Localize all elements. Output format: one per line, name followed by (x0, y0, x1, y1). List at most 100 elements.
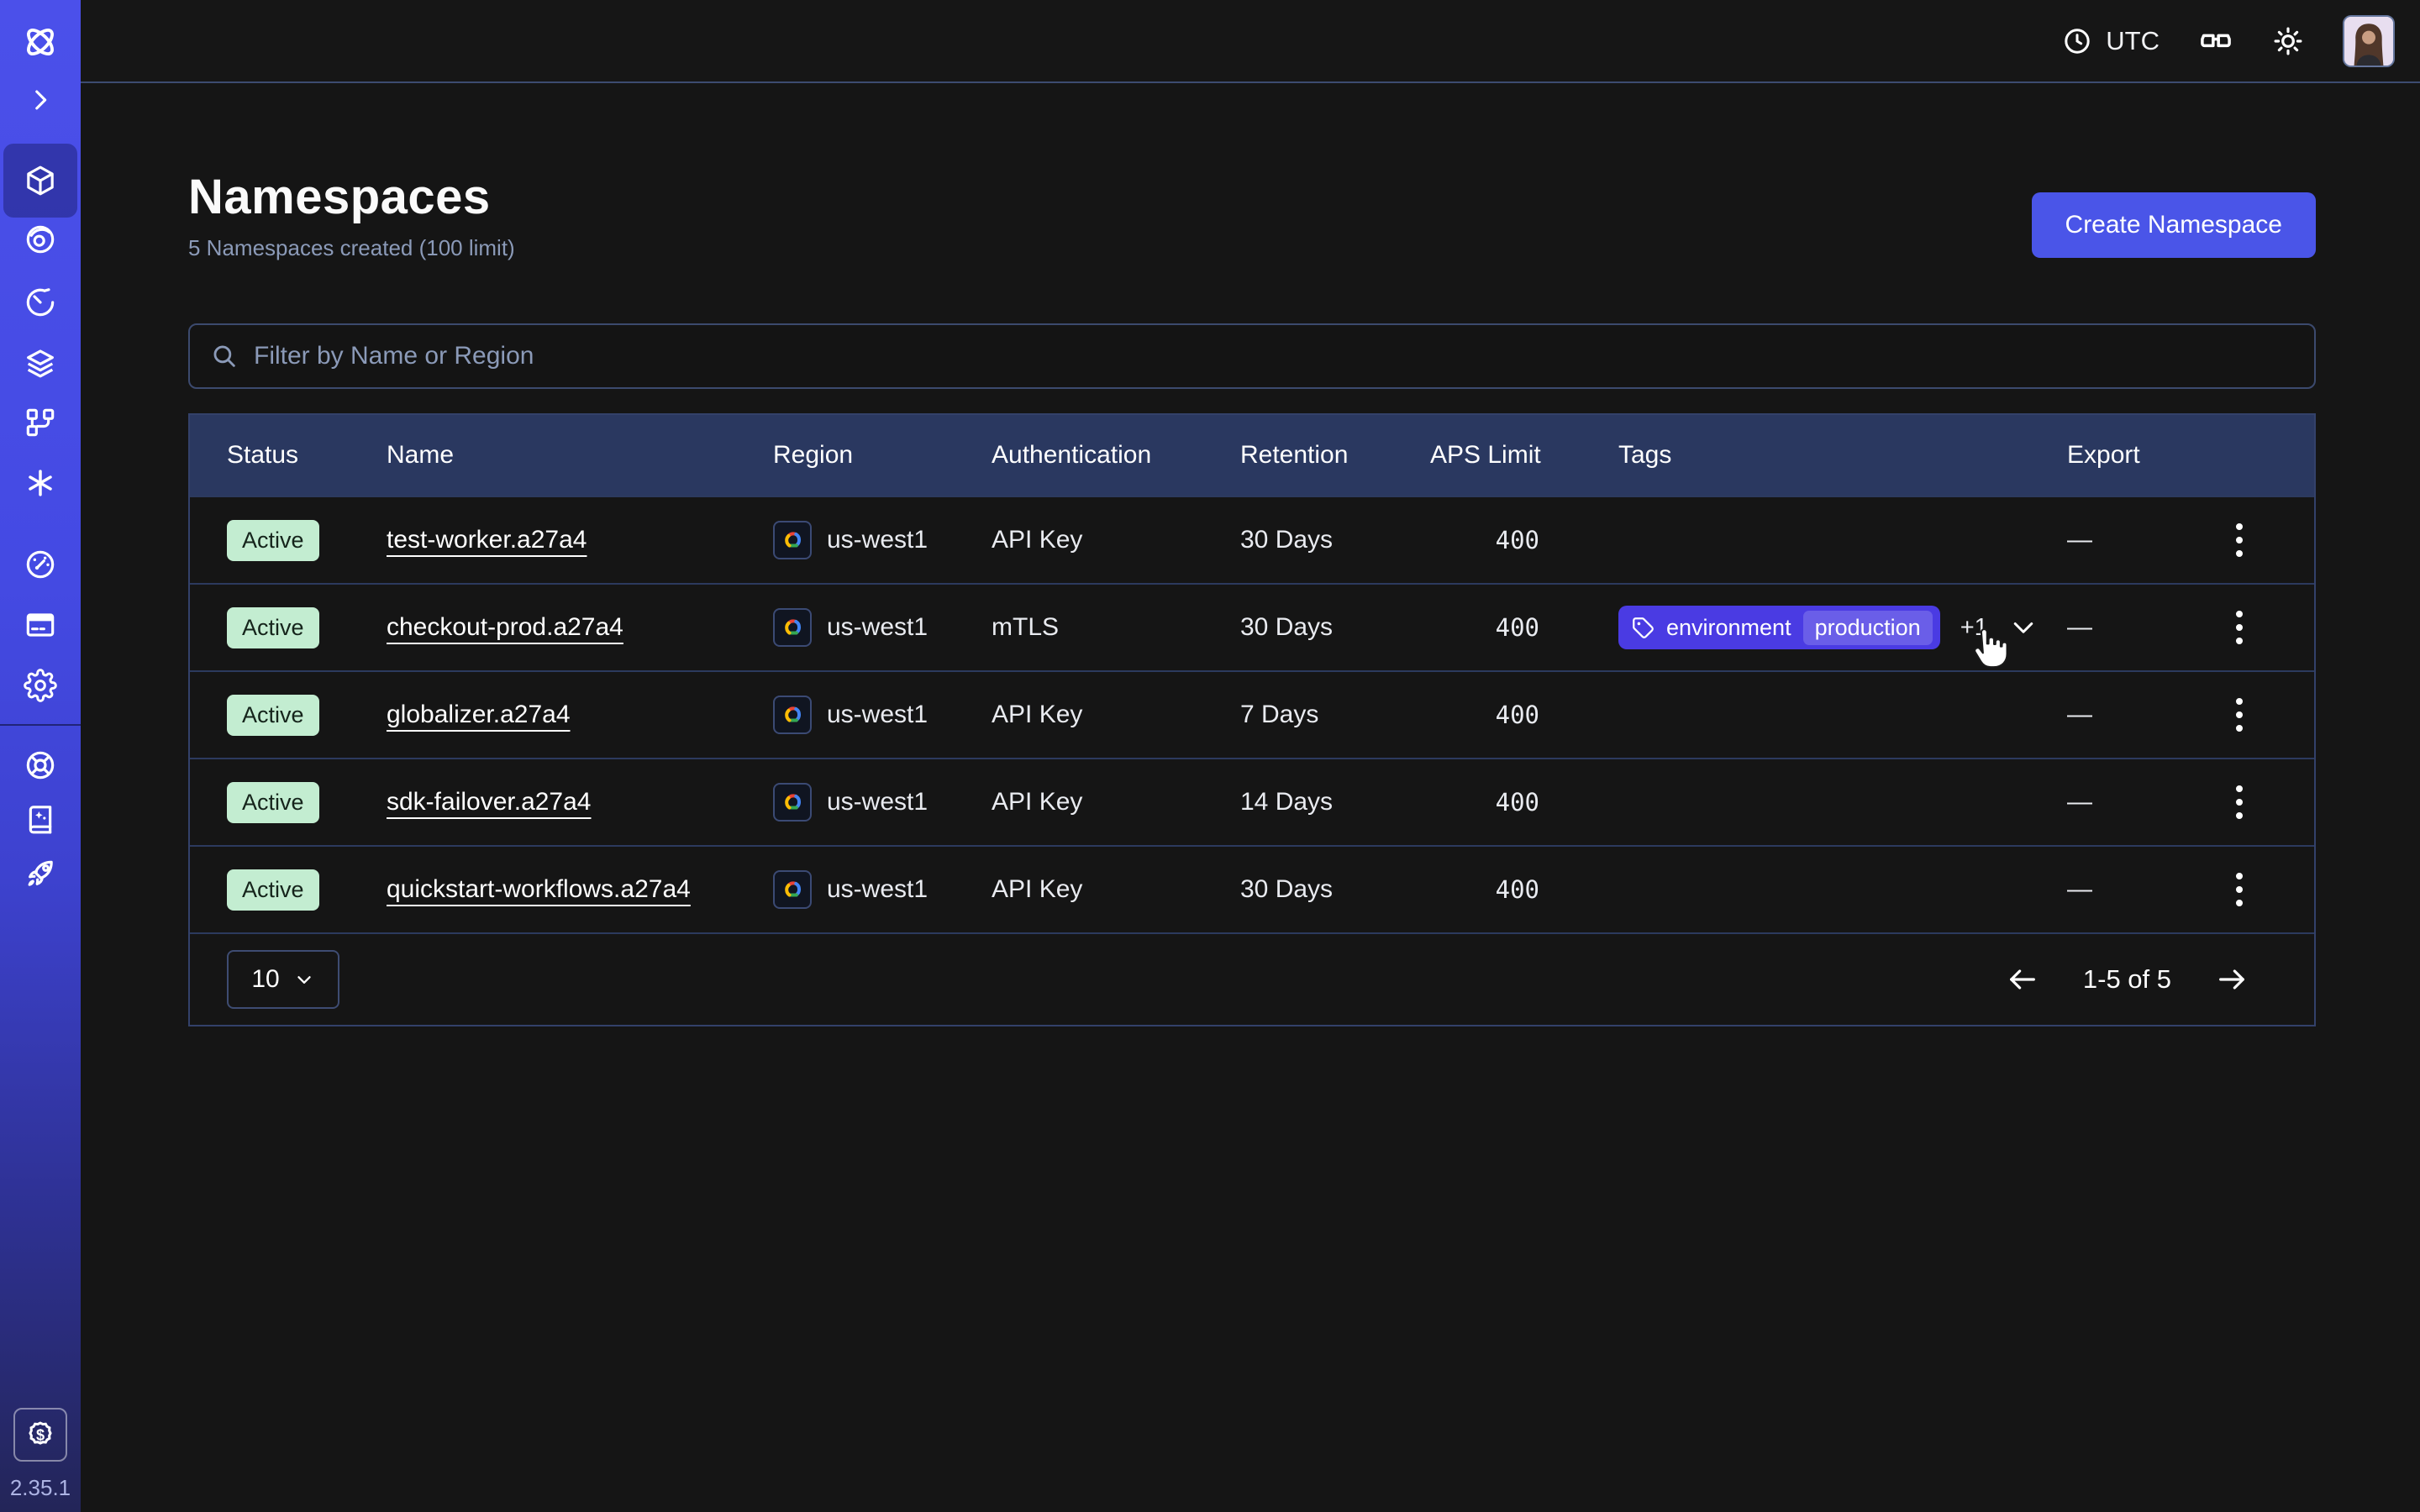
export-cell: — (2067, 701, 2203, 729)
sun-icon (2272, 25, 2304, 57)
tags-more-label: +1 (1960, 614, 1988, 642)
table-header-row: Status Name Region Authentication Retent… (190, 415, 2314, 496)
row-actions-menu-button[interactable] (2226, 688, 2253, 742)
retention-cell: 30 Days (1240, 875, 1430, 904)
glasses-icon (2198, 24, 2233, 59)
sidebar: $ 2.35.1 (0, 0, 81, 1512)
region-label: us-west1 (827, 526, 928, 554)
retention-cell: 7 Days (1240, 701, 1430, 729)
tag-pill[interactable]: environment production (1618, 606, 1940, 649)
sidebar-expand-button[interactable] (3, 63, 77, 137)
row-actions-menu-button[interactable] (2226, 513, 2253, 567)
page-header: Namespaces 5 Namespaces created (100 lim… (188, 169, 515, 261)
column-header-status: Status (227, 441, 387, 470)
tag-key-label: environment (1666, 615, 1791, 641)
column-header-region: Region (773, 441, 992, 470)
export-cell: — (2067, 526, 2203, 554)
region-cell: us-west1 (773, 608, 992, 647)
authentication-cell: API Key (992, 875, 1240, 904)
create-namespace-button[interactable]: Create Namespace (2032, 192, 2316, 258)
next-page-button[interactable] (2210, 958, 2254, 1001)
tag-icon (1632, 617, 1655, 639)
column-header-aps-limit: APS Limit (1430, 441, 1618, 470)
deployments-layers-icon (24, 346, 57, 380)
namespaces-table: Status Name Region Authentication Retent… (188, 413, 2316, 1026)
clock-icon (2062, 26, 2092, 56)
aps-limit-cell: 400 (1430, 613, 1539, 642)
theme-toggle[interactable] (2272, 25, 2304, 57)
namespace-link[interactable]: quickstart-workflows.a27a4 (387, 875, 691, 904)
region-label: us-west1 (827, 613, 928, 642)
filter-input[interactable] (254, 342, 2294, 370)
tags-chevron-icon[interactable] (2008, 612, 2039, 643)
sidebar-item-nexus[interactable] (3, 446, 77, 520)
namespace-link[interactable]: sdk-failover.a27a4 (387, 788, 592, 816)
filter-bar (188, 323, 2316, 389)
table-row[interactable]: Active sdk-failover.a27a4 us-west1 API K… (190, 758, 2314, 845)
main-content: Namespaces 5 Namespaces created (100 lim… (81, 83, 2420, 1512)
row-actions-menu-button[interactable] (2226, 775, 2253, 829)
page-size-select[interactable]: 10 (227, 950, 339, 1009)
tag-value-chip: production (1803, 611, 1933, 645)
authentication-cell: API Key (992, 526, 1240, 554)
settings-gear-icon (24, 669, 57, 702)
column-header-tags: Tags (1618, 441, 2067, 470)
export-cell: — (2067, 875, 2203, 904)
table-pagination: 10 1-5 of 5 (190, 932, 2314, 1025)
sidebar-item-settings[interactable] (3, 648, 77, 722)
schedules-timer-icon (24, 286, 57, 319)
aps-limit-cell: 400 (1430, 526, 1539, 554)
batch-branch-icon (24, 406, 57, 439)
namespace-link[interactable]: globalizer.a27a4 (387, 701, 571, 729)
status-badge: Active (227, 869, 319, 911)
retention-cell: 30 Days (1240, 613, 1430, 642)
page-title: Namespaces (188, 169, 515, 225)
sidebar-item-getting-started[interactable] (3, 837, 77, 911)
chevron-down-icon (293, 969, 315, 990)
table-row[interactable]: Active quickstart-workflows.a27a4 us-wes… (190, 845, 2314, 932)
avatar-button[interactable] (2343, 15, 2395, 67)
nexus-asterisk-icon (24, 467, 56, 499)
gcp-icon (773, 521, 812, 559)
page-size-value: 10 (251, 965, 279, 994)
usage-gauge-icon (24, 548, 57, 581)
gcp-icon (773, 696, 812, 734)
status-badge: Active (227, 695, 319, 736)
export-cell: — (2067, 613, 2203, 642)
row-actions-menu-button[interactable] (2226, 863, 2253, 916)
app-version: 2.35.1 (0, 1475, 81, 1501)
search-icon (210, 342, 239, 370)
region-label: us-west1 (827, 788, 928, 816)
column-header-export: Export (2067, 441, 2203, 470)
table-row[interactable]: Active test-worker.a27a4 us-west1 API Ke… (190, 496, 2314, 583)
table-row[interactable]: Active checkout-prod.a27a4 us-west1 mTLS… (190, 583, 2314, 670)
tags-cell: environment production +1 (1618, 606, 2067, 649)
namespace-link[interactable]: test-worker.a27a4 (387, 526, 587, 554)
timezone-button[interactable]: UTC (2062, 26, 2160, 56)
column-header-name: Name (387, 441, 773, 470)
row-actions-menu-button[interactable] (2226, 601, 2253, 654)
namespace-link[interactable]: checkout-prod.a27a4 (387, 613, 623, 642)
sidebar-divider (0, 724, 81, 726)
region-cell: us-west1 (773, 870, 992, 909)
labs-mode-toggle[interactable] (2198, 24, 2233, 59)
status-badge: Active (227, 520, 319, 561)
dollar-badge-icon: $ (24, 1419, 56, 1451)
table-body: Active test-worker.a27a4 us-west1 API Ke… (190, 496, 2314, 932)
credits-button[interactable]: $ (13, 1408, 67, 1462)
aps-limit-cell: 400 (1430, 875, 1539, 904)
region-cell: us-west1 (773, 783, 992, 822)
region-label: us-west1 (827, 701, 928, 729)
region-cell: us-west1 (773, 521, 992, 559)
topbar: UTC (81, 0, 2420, 83)
page-range-label: 1-5 of 5 (2083, 964, 2171, 995)
table-row[interactable]: Active globalizer.a27a4 us-west1 API Key… (190, 670, 2314, 758)
export-cell: — (2067, 788, 2203, 816)
workflows-iris-icon (24, 223, 57, 256)
prev-page-button[interactable] (2001, 958, 2044, 1001)
svg-text:$: $ (36, 1427, 45, 1444)
billing-card-icon (24, 608, 57, 642)
timezone-label: UTC (2106, 26, 2160, 56)
retention-cell: 14 Days (1240, 788, 1430, 816)
status-badge: Active (227, 782, 319, 823)
